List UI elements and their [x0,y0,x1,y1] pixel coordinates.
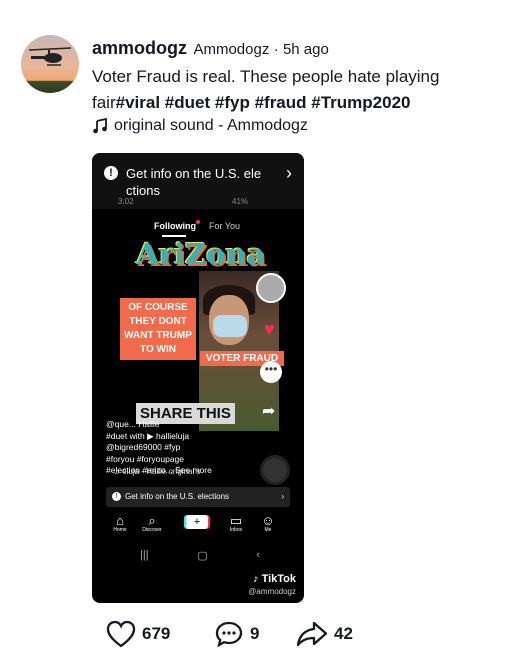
hashtag[interactable]: #Trump2020 [311,93,410,112]
search-icon: ⌕ [148,513,156,528]
overlay-text-left: OF COURSE THEY DONT WANT TRUMP TO WIN [120,298,196,360]
nickname[interactable]: Ammodogz [193,41,269,58]
like-button[interactable]: 679 [106,620,170,648]
creator-avatar [256,273,286,303]
getinfo-bar: ! Get info on the U.S. elections › [106,487,290,507]
caption: Voter Fraud is real. These people hate p… [92,64,512,116]
profile-icon: ☺ [261,513,275,528]
more-icon: ••• [260,361,282,383]
time-ago: · 5h ago [273,41,329,58]
nav-discover: ⌕ Discover [138,513,166,533]
app-navbar: ⌂ Home ⌕ Discover + ▭ Inbox ☺ Me [106,513,290,541]
tiktok-watermark: ♪ TikTok [253,573,296,585]
comment-count: 9 [250,624,260,643]
nav-inbox: ▭ Inbox [222,513,250,533]
info-icon: ! [112,492,121,502]
notification-dot [196,220,200,224]
recents-icon: ||| [140,549,149,561]
like-count: 679 [142,624,171,643]
nav-home: ⌂ Home [106,513,134,533]
music-disc-icon [260,455,290,485]
music-row: ♫ eluja - Hallie original s [114,467,201,476]
heart-icon: ♥ [264,319,275,339]
brand: TikTok [261,573,296,585]
nav-me: ☺ Me [254,513,282,533]
heart-icon [106,620,136,648]
face-mask [213,315,247,337]
action-bar: 679 9 42 [106,620,366,656]
hashtag[interactable]: #fraud [255,93,307,112]
back-icon: ‹ [256,549,260,561]
hashtag[interactable]: #duet [165,93,210,112]
nav-label: Home [113,527,127,533]
system-nav: ||| ▢ ‹ [140,549,260,562]
info-icon: ! [104,166,118,180]
share-button[interactable]: 42 [296,620,353,648]
comment-button[interactable]: 9 [214,620,259,648]
username[interactable]: ammodogz [92,38,187,58]
nav-label: Discover [142,527,162,533]
chevron-right-icon: › [286,163,292,183]
desc-line: @bigred69000 #fyp [106,442,181,452]
sound-name: original sound - Ammodogz [114,117,308,134]
tab-foryou: For You [209,221,241,231]
home-icon: ⌂ [116,513,124,528]
nav-label: Inbox [229,527,243,533]
comment-icon [215,621,243,648]
nav-label: Me [264,527,272,533]
chevron-right-icon: › [281,492,284,501]
user-avatar[interactable] [21,35,79,93]
inbox-icon: ▭ [229,513,243,528]
share-count: 42 [334,624,353,643]
desc-line: #duet with ▶ hallieluja [106,430,190,441]
sound-link[interactable]: original sound - Ammodogz [92,117,308,135]
getinfo-text: Get info on the U.S. elections [125,492,230,501]
share-icon [296,621,328,647]
create-icon: + [186,515,208,529]
helicopter-icon [28,47,72,66]
status-battery: 41% [232,197,249,206]
home-circle-icon: ▢ [197,550,208,562]
post-header: ammodogz Ammodogz · 5h ago [92,38,329,59]
title-overlay: AriZona [136,237,266,271]
banner-text: Get info on the U.S. ele ctions [126,166,262,198]
watermark-handle: @ammodogz [248,587,296,596]
status-time: 3:02 [118,197,134,206]
hashtag[interactable]: #fyp [215,93,250,112]
music-note-icon [93,118,107,134]
tab-following: Following [154,221,196,231]
share-arrow-icon: ➦ [262,403,276,420]
video-player[interactable]: ! Get info on the U.S. ele ctions › 3:02… [92,153,304,603]
desc-line: @que... Hallie [106,419,160,429]
desc-line: #foryou #foryoupage [106,453,184,464]
hashtag[interactable]: #viral [116,93,160,112]
